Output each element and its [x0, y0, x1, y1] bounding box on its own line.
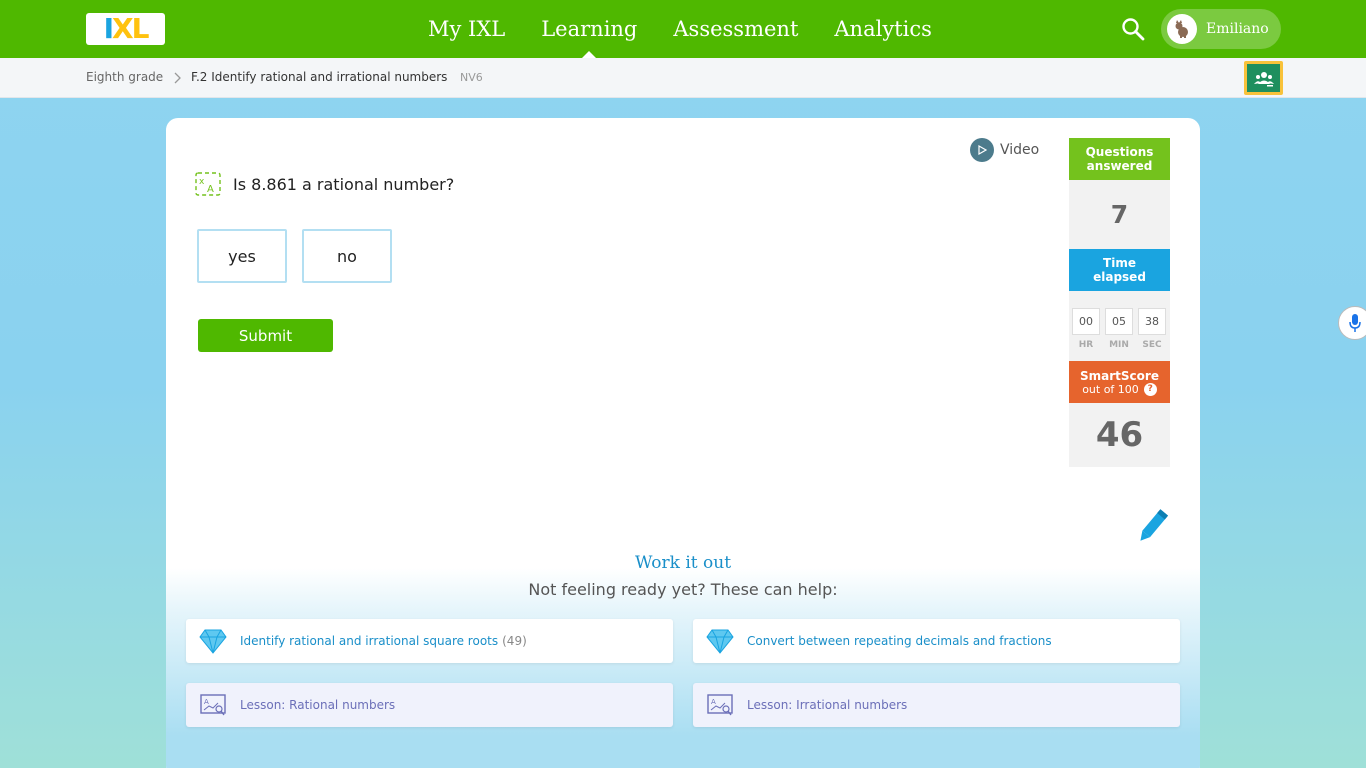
- breadcrumb-grade[interactable]: Eighth grade: [86, 70, 163, 84]
- lesson-board-icon: A: [200, 694, 226, 716]
- smartscore-header: SmartScore out of 100 ?: [1069, 361, 1170, 403]
- smartscore-sub: out of 100 ?: [1082, 382, 1157, 396]
- search-icon[interactable]: [1121, 17, 1145, 41]
- help-card-label: Convert between repeating decimals and f…: [747, 634, 1052, 648]
- work-it-out-subtitle: Not feeling ready yet? These can help:: [528, 580, 838, 599]
- work-it-out-title: Work it out: [634, 553, 732, 573]
- user-name: Emiliano: [1206, 21, 1269, 37]
- question-text: Is 8.861 a rational number?: [233, 175, 455, 194]
- help-card-count: (49): [502, 634, 527, 648]
- google-classroom-button[interactable]: [1244, 61, 1283, 95]
- time-elapsed-panel: 00 05 38 HR MIN SEC: [1069, 291, 1170, 361]
- smartscore-label: SmartScore: [1080, 368, 1159, 383]
- smartscore-sub-text: out of 100: [1082, 382, 1139, 396]
- help-card-square-roots[interactable]: Identify rational and irrational square …: [186, 619, 673, 663]
- video-label: Video: [1000, 142, 1040, 158]
- breadcrumb-skill: F.2 Identify rational and irrational num…: [191, 70, 448, 84]
- nav-learning[interactable]: Learning: [523, 0, 655, 58]
- svg-text:x: x: [199, 177, 205, 187]
- questions-answered-value: 7: [1069, 180, 1170, 249]
- diamond-icon: [199, 629, 227, 654]
- logo-xl: XL: [111, 12, 149, 45]
- nav-analytics[interactable]: Analytics: [816, 0, 949, 58]
- questions-label-line2: answered: [1086, 159, 1153, 173]
- ixl-logo[interactable]: IXL: [86, 13, 165, 45]
- top-navigation: IXL My IXL Learning Assessment Analytics…: [0, 0, 1366, 58]
- avatar: [1167, 14, 1197, 44]
- questions-answered-header: Questions answered: [1069, 138, 1170, 180]
- microphone-button[interactable]: [1338, 306, 1366, 340]
- chevron-right-icon: [174, 72, 181, 84]
- user-menu-button[interactable]: Emiliano: [1161, 9, 1281, 49]
- nav-assessment[interactable]: Assessment: [655, 0, 816, 58]
- breadcrumb: Eighth grade F.2 Identify rational and i…: [0, 58, 1366, 98]
- svg-text:A: A: [207, 184, 214, 195]
- microphone-icon: [1349, 314, 1361, 332]
- help-card-lesson-rational[interactable]: A Lesson: Rational numbers: [186, 683, 673, 727]
- help-card-label: Identify rational and irrational square …: [240, 634, 499, 648]
- svg-text:A: A: [711, 698, 716, 706]
- answer-yes-button[interactable]: yes: [197, 229, 287, 283]
- submit-button[interactable]: Submit: [198, 319, 333, 352]
- minutes-label: MIN: [1109, 340, 1129, 350]
- time-elapsed-header: Time elapsed: [1069, 249, 1170, 291]
- cat-avatar-icon: [1175, 20, 1188, 38]
- smartscore-value: 46: [1069, 403, 1170, 467]
- time-minutes: 05: [1105, 308, 1133, 335]
- questions-label-line1: Questions: [1085, 145, 1154, 159]
- nav-menu: My IXL Learning Assessment Analytics: [410, 0, 950, 58]
- time-label-line2: elapsed: [1093, 270, 1146, 284]
- play-icon: [970, 138, 994, 162]
- logo-text: IXL: [103, 12, 150, 45]
- practice-card: Video x A Is 8.861 a rational number? ye…: [166, 118, 1200, 768]
- time-seconds: 38: [1138, 308, 1166, 335]
- pencil-icon[interactable]: [1132, 508, 1172, 546]
- time-hours: 00: [1072, 308, 1100, 335]
- seconds-label: SEC: [1142, 340, 1162, 350]
- skill-code: NV6: [460, 71, 483, 84]
- nav-my-ixl[interactable]: My IXL: [410, 0, 523, 58]
- help-card-label: Lesson: Irrational numbers: [747, 698, 908, 712]
- video-link[interactable]: Video: [970, 138, 1039, 162]
- time-label-line1: Time: [1103, 256, 1136, 270]
- translate-icon[interactable]: x A: [195, 172, 221, 196]
- svg-text:A: A: [204, 698, 209, 706]
- help-icon[interactable]: ?: [1143, 382, 1157, 396]
- classroom-people-icon: [1253, 72, 1274, 87]
- diamond-icon: [706, 629, 734, 654]
- classroom-icon: [1247, 64, 1280, 92]
- logo-i: I: [103, 12, 115, 45]
- hours-label: HR: [1078, 340, 1094, 350]
- answer-no-button[interactable]: no: [302, 229, 392, 283]
- lesson-board-icon: A: [707, 694, 733, 716]
- help-card-repeating-decimals[interactable]: Convert between repeating decimals and f…: [693, 619, 1180, 663]
- help-card-lesson-irrational[interactable]: A Lesson: Irrational numbers: [693, 683, 1180, 727]
- help-card-label: Lesson: Rational numbers: [240, 698, 396, 712]
